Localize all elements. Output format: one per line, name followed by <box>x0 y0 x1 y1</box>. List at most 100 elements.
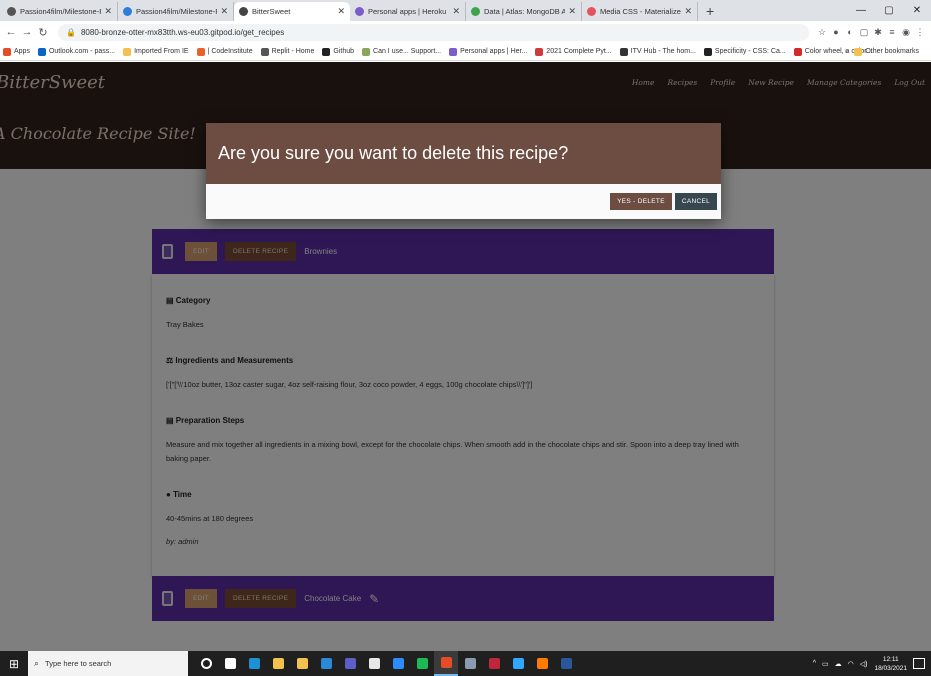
browser-tab[interactable]: Media CSS - Materialize ✕ <box>582 2 698 21</box>
url-text: 8080-bronze-otter-mx83tth.ws-eu03.gitpod… <box>80 27 285 37</box>
browser-tab[interactable]: BitterSweet ✕ <box>234 2 350 21</box>
bookmark-label: Imported From IE <box>134 48 189 55</box>
taskbar-app-chrome[interactable] <box>434 651 458 676</box>
tab-favicon-icon <box>355 7 364 16</box>
word-icon <box>560 658 572 669</box>
taskbar-app-teams[interactable] <box>338 651 362 676</box>
taskbar-app-store[interactable] <box>290 651 314 676</box>
store-icon <box>296 658 308 669</box>
system-tray: ^ ▭ ☁ ◠ ◁) 12:11 18/03/2021 <box>810 651 925 676</box>
extension-icon[interactable]: ● <box>829 27 843 38</box>
bookmark-item[interactable]: Replit - Home <box>260 47 314 56</box>
clock[interactable]: 12:11 18/03/2021 <box>874 655 907 673</box>
url-input[interactable]: 🔒 8080-bronze-otter-mx83tth.ws-eu03.gitp… <box>58 23 809 41</box>
tab-title: Data | Atlas: MongoDB Atlas <box>484 7 566 16</box>
lock-icon[interactable]: 🔒 <box>66 28 76 37</box>
profile-avatar-icon[interactable]: ◉ <box>899 27 913 38</box>
extensions-puzzle-icon[interactable]: ✱ <box>871 27 885 38</box>
bookmark-label: Personal apps | Her... <box>460 48 528 55</box>
bookmark-favicon-icon <box>619 47 628 56</box>
bookmark-item[interactable]: Apps <box>3 47 30 56</box>
windows-taskbar: ⊞ ⌕ Type here to search ^ ▭ ☁ ◠ ◁) 12:11… <box>0 651 931 676</box>
bookmark-item[interactable]: 2021 Complete Pyt... <box>535 47 612 56</box>
browser-tab-strip: Passion4film/Milestone-Project-3✕Passion… <box>0 0 931 21</box>
confirm-delete-button[interactable]: YES - DELETE <box>610 193 672 210</box>
cloud-icon[interactable]: ☁ <box>835 660 842 668</box>
close-tab-icon[interactable]: ✕ <box>220 6 228 17</box>
tab-title: Media CSS - Materialize <box>600 7 681 16</box>
delete-confirm-modal: Are you sure you want to delete this rec… <box>206 123 721 219</box>
chevron-double-right-icon[interactable]: » <box>844 48 848 55</box>
folder-icon <box>854 47 863 56</box>
bookmark-favicon-icon <box>535 47 544 56</box>
star-icon[interactable]: ☆ <box>815 27 829 38</box>
browser-tab[interactable]: Personal apps | Heroku ✕ <box>350 2 466 21</box>
bookmark-favicon-icon <box>123 47 132 56</box>
other-bookmarks[interactable]: » Other bookmarks <box>844 47 927 56</box>
bookmark-item[interactable]: Imported From IE <box>123 47 189 56</box>
windows-start-icon[interactable]: ⊞ <box>0 657 28 671</box>
browser-tab[interactable]: Passion4film/Milestone-Project-3✕ <box>118 2 234 21</box>
bookmark-favicon-icon <box>196 47 205 56</box>
taskbar-search-placeholder: Type here to search <box>45 659 112 668</box>
taskbar-app-word[interactable] <box>554 651 578 676</box>
calculator-icon <box>464 658 476 669</box>
taskbar-search[interactable]: ⌕ Type here to search <box>28 651 188 676</box>
bookmark-item[interactable]: ITV Hub - The hom... <box>619 47 696 56</box>
notifications-icon[interactable] <box>913 658 925 669</box>
back-icon[interactable]: ← <box>4 26 18 38</box>
taskbar-app-app-red[interactable] <box>482 651 506 676</box>
chevron-up-icon[interactable]: ^ <box>813 660 816 667</box>
taskbar-app-zoom[interactable] <box>386 651 410 676</box>
tab-title: Personal apps | Heroku <box>368 7 447 16</box>
bookmark-item[interactable]: Personal apps | Her... <box>449 47 528 56</box>
taskbar-app-cortana[interactable] <box>194 651 218 676</box>
zoom-icon <box>392 658 404 669</box>
cancel-button[interactable]: CANCEL <box>674 193 717 210</box>
taskbar-app-mail[interactable] <box>314 651 338 676</box>
bookmark-label: 2021 Complete Pyt... <box>546 48 612 55</box>
taskbar-app-chrome-alt[interactable] <box>362 651 386 676</box>
taskbar-app-spotify[interactable] <box>410 651 434 676</box>
bookmark-item[interactable]: Specificity - CSS: Ca... <box>703 47 786 56</box>
reading-list-icon[interactable]: ≡ <box>885 27 899 38</box>
wifi-icon[interactable]: ◠ <box>848 660 854 668</box>
extension-icon[interactable]: ▢ <box>857 27 871 38</box>
search-icon: ⌕ <box>34 658 40 668</box>
maximize-icon[interactable]: ▢ <box>875 0 903 21</box>
taskbar-app-file-explorer[interactable] <box>266 651 290 676</box>
tab-favicon-icon <box>7 7 16 16</box>
menu-kebab-icon[interactable]: ⋮ <box>913 27 927 38</box>
volume-icon[interactable]: ◁) <box>860 660 868 668</box>
taskbar-app-calculator[interactable] <box>458 651 482 676</box>
bookmark-item[interactable]: Github <box>322 47 354 56</box>
bookmark-favicon-icon <box>37 47 46 56</box>
extension-icon[interactable]: ◐ <box>843 27 857 38</box>
taskbar-app-task-view[interactable] <box>218 651 242 676</box>
forward-icon[interactable]: → <box>20 26 34 38</box>
taskbar-app-edge[interactable] <box>242 651 266 676</box>
task-view-icon <box>224 658 236 669</box>
taskbar-app-illustrator[interactable] <box>530 651 554 676</box>
close-tab-icon[interactable]: ✕ <box>104 6 112 17</box>
minimize-icon[interactable]: — <box>847 0 875 21</box>
battery-icon[interactable]: ▭ <box>822 660 829 668</box>
chrome-icon <box>440 657 452 668</box>
close-tab-icon[interactable]: ✕ <box>684 6 692 17</box>
close-tab-icon[interactable]: ✕ <box>568 6 576 17</box>
bookmark-favicon-icon <box>322 47 331 56</box>
bookmark-item[interactable]: Can I use... Support... <box>362 47 441 56</box>
browser-tab[interactable]: Passion4film/Milestone-Project-3✕ <box>2 2 118 21</box>
reload-icon[interactable]: ↻ <box>36 26 50 39</box>
new-tab-button[interactable]: + <box>698 2 722 21</box>
bookmark-label: Outlook.com - pass... <box>48 48 116 55</box>
close-window-icon[interactable]: ✕ <box>903 0 931 21</box>
close-tab-icon[interactable]: ✕ <box>452 6 460 17</box>
close-tab-icon[interactable]: ✕ <box>337 6 345 17</box>
bookmark-item[interactable]: | CodeInstitute <box>196 47 253 56</box>
bookmark-item[interactable]: Outlook.com - pass... <box>37 47 116 56</box>
tab-title: Passion4film/Milestone-Project-3 <box>20 7 102 16</box>
taskbar-app-photoshop[interactable] <box>506 651 530 676</box>
chrome-alt-icon <box>368 658 380 669</box>
browser-tab[interactable]: Data | Atlas: MongoDB Atlas✕ <box>466 2 582 21</box>
